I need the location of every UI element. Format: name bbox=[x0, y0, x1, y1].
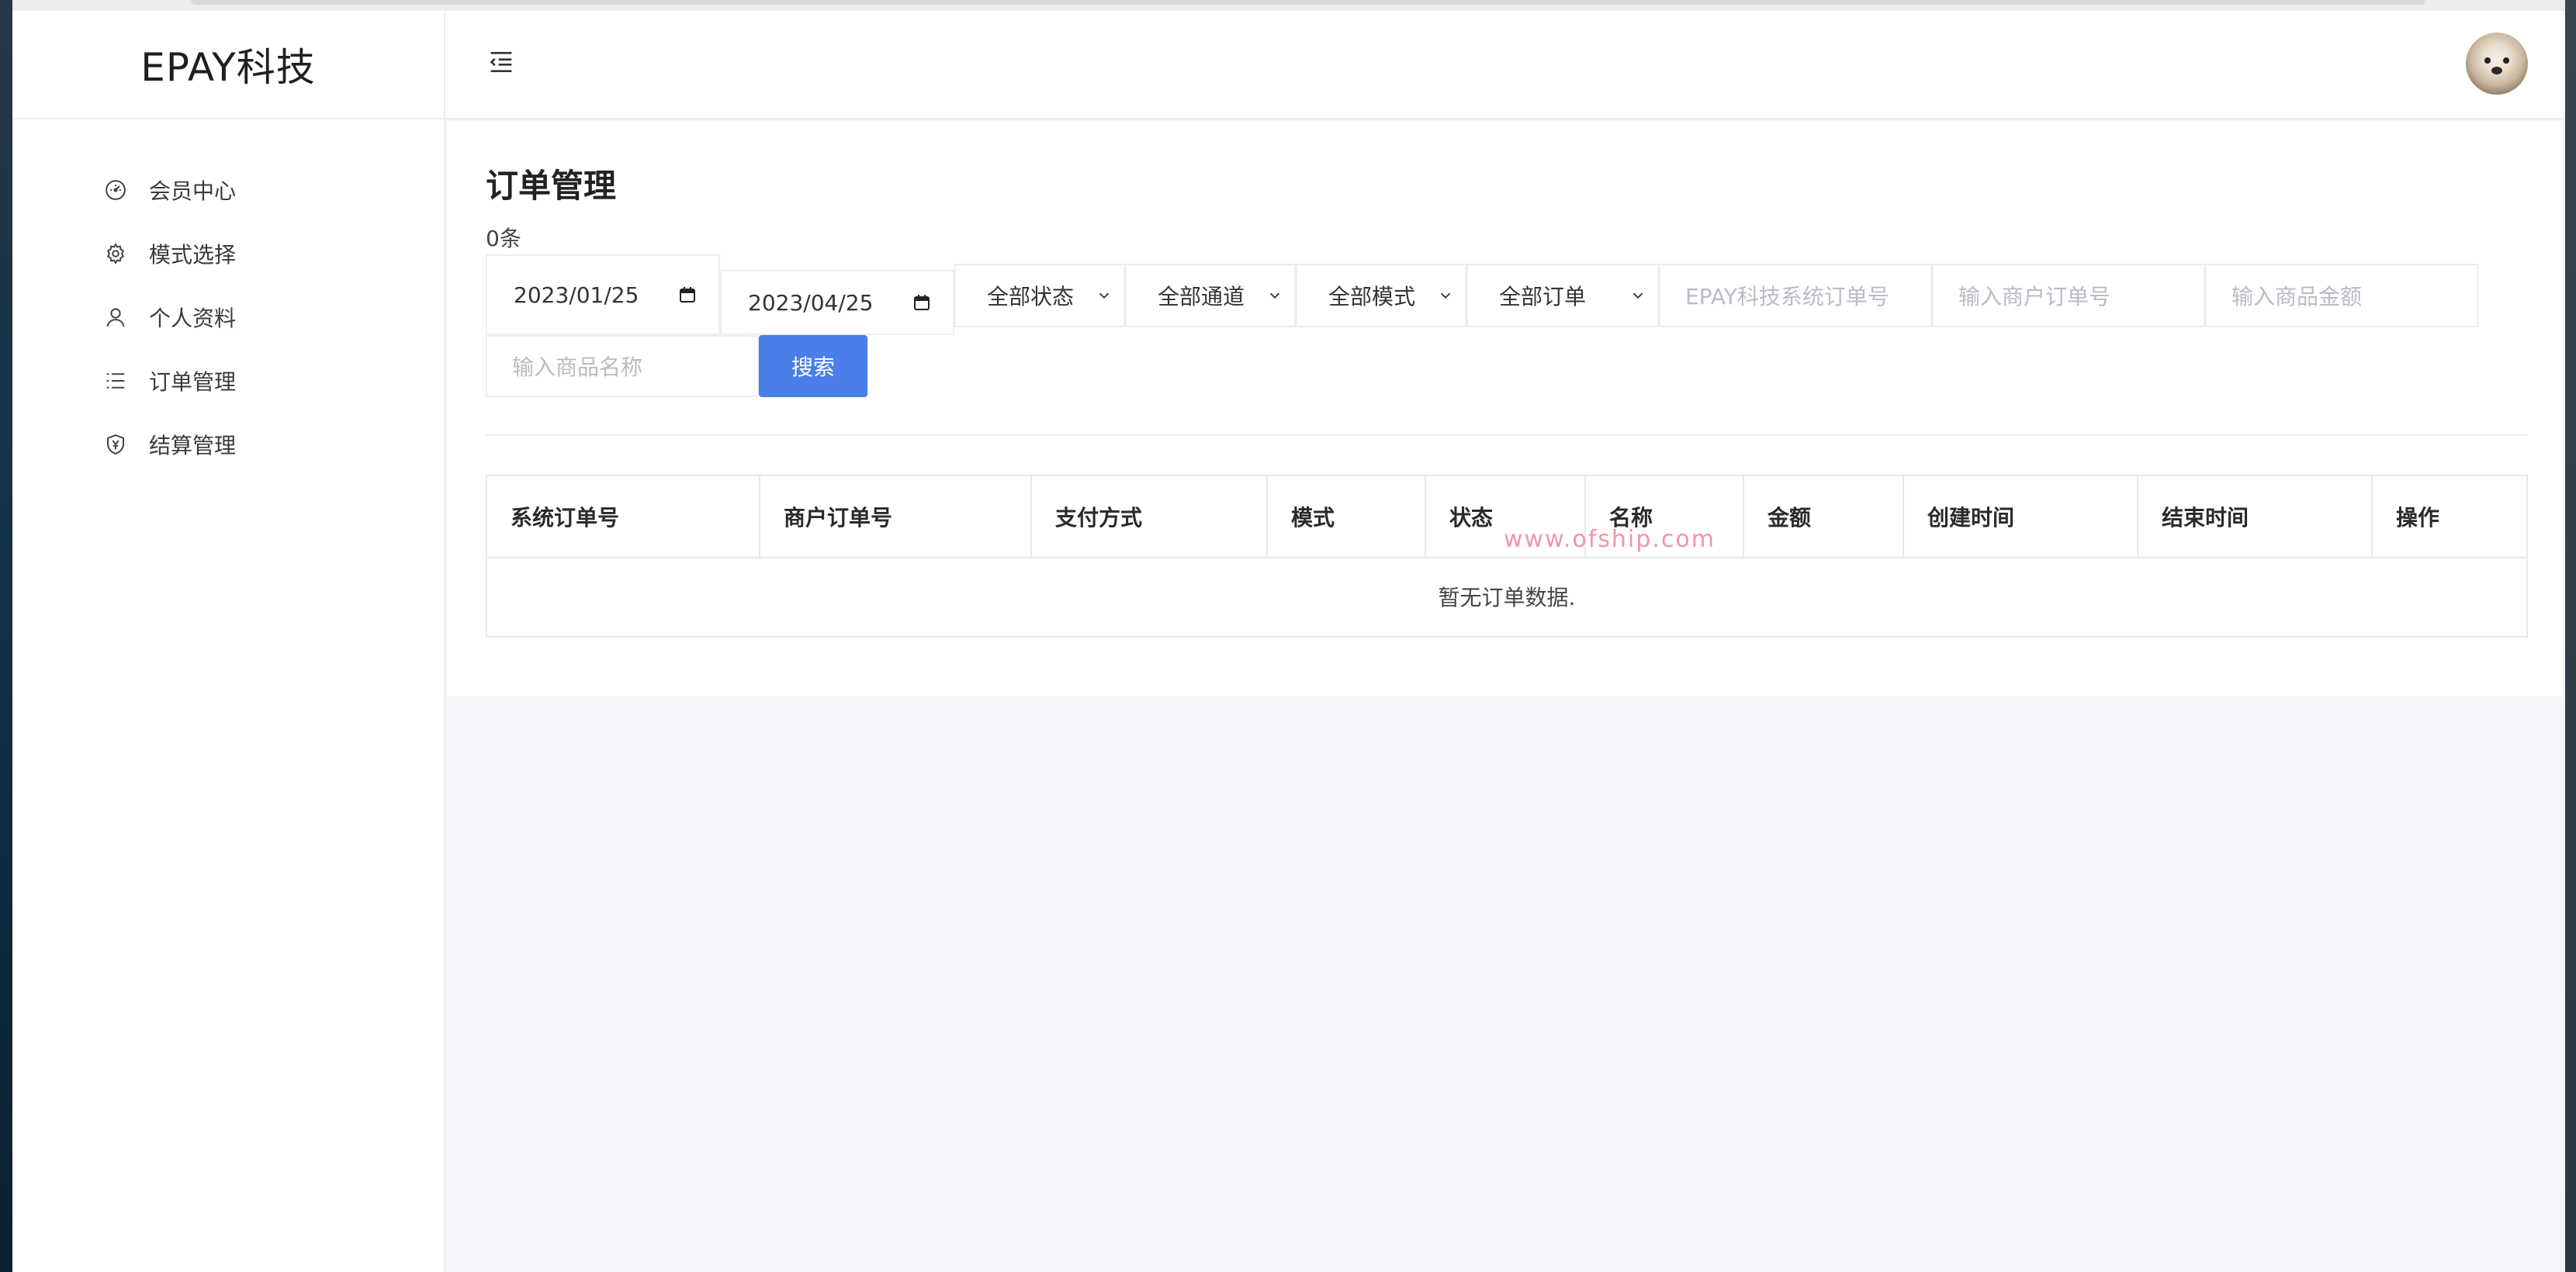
avatar-eye-left bbox=[2484, 57, 2491, 64]
chevron-down-icon bbox=[1269, 292, 1280, 299]
sidebar-item-orders[interactable]: 订单管理 bbox=[12, 349, 444, 413]
sidebar-item-profile[interactable]: 个人资料 bbox=[12, 285, 444, 349]
amount-input[interactable]: 输入商品金额 bbox=[2205, 264, 2478, 327]
channel-select-value: 全部通道 bbox=[1158, 284, 1245, 309]
calendar-icon[interactable] bbox=[678, 285, 697, 304]
orders-table: 系统订单号 商户订单号 支付方式 模式 状态 名称 金额 创建时间 结束时间 操… bbox=[486, 475, 2528, 638]
system-order-input[interactable]: EPAY科技系统订单号 bbox=[1659, 264, 1932, 327]
divider bbox=[486, 434, 2528, 436]
avatar-nose bbox=[2491, 67, 2502, 74]
mode-select[interactable]: 全部模式 bbox=[1296, 264, 1466, 327]
channel-select[interactable]: 全部通道 bbox=[1125, 264, 1296, 327]
product-name-input[interactable]: 输入商品名称 bbox=[486, 335, 759, 397]
menu-fold-icon[interactable] bbox=[486, 47, 517, 78]
page-title: 订单管理 bbox=[486, 167, 617, 205]
record-count: 0条 bbox=[486, 226, 521, 251]
column-header: 支付方式 bbox=[1032, 476, 1268, 557]
sidebar-item-label: 个人资料 bbox=[149, 306, 237, 331]
list-icon bbox=[102, 368, 129, 394]
sidebar: EPAY科技 会员中心 模式选择 个人资料 订单管理 结算管理 bbox=[12, 11, 445, 1272]
order-type-select-value: 全部订单 bbox=[1499, 284, 1587, 309]
sidebar-item-settlement[interactable]: 结算管理 bbox=[12, 413, 444, 476]
order-type-select[interactable]: 全部订单 bbox=[1466, 264, 1659, 327]
sidebar-item-label: 模式选择 bbox=[149, 242, 237, 268]
gear-icon bbox=[102, 240, 129, 267]
browser-window: EPAY科技 会员中心 模式选择 个人资料 订单管理 结算管理 订单管理 0条 … bbox=[12, 0, 2565, 1272]
column-header: 结束时间 bbox=[2138, 476, 2373, 557]
top-header bbox=[445, 11, 2565, 119]
sidebar-item-label: 订单管理 bbox=[149, 369, 237, 395]
column-header: 商户订单号 bbox=[760, 476, 1032, 557]
user-avatar[interactable] bbox=[2466, 33, 2528, 95]
watermark-text: www.ofship.com bbox=[1504, 526, 1716, 553]
column-header: 操作 bbox=[2396, 505, 2440, 531]
start-date-value: 2023/01/25 bbox=[514, 282, 639, 308]
brand-name: EPAY科技 bbox=[140, 45, 316, 90]
calendar-icon[interactable] bbox=[912, 293, 931, 312]
shield-yen-icon bbox=[102, 431, 129, 458]
empty-table-message: 暂无订单数据. bbox=[1438, 585, 1576, 610]
status-select-value: 全部状态 bbox=[987, 284, 1075, 309]
column-header: 创建时间 bbox=[1904, 476, 2138, 557]
status-select[interactable]: 全部状态 bbox=[954, 264, 1125, 327]
start-date-input[interactable]: 2023/01/25 bbox=[486, 254, 720, 335]
brand-logo[interactable]: EPAY科技 bbox=[12, 11, 444, 119]
desktop-background-left bbox=[0, 0, 12, 1272]
search-button[interactable]: 搜索 bbox=[759, 335, 867, 397]
sidebar-nav: 会员中心 模式选择 个人资料 订单管理 结算管理 bbox=[12, 158, 444, 476]
sidebar-item-label: 会员中心 bbox=[149, 178, 237, 204]
window-top-strip bbox=[12, 0, 2565, 11]
column-header: 系统订单号 bbox=[487, 476, 760, 557]
sidebar-item-label: 结算管理 bbox=[149, 433, 237, 458]
sidebar-item-member-center[interactable]: 会员中心 bbox=[12, 158, 444, 222]
chevron-down-icon bbox=[1633, 292, 1643, 299]
mode-select-value: 全部模式 bbox=[1328, 284, 1416, 309]
user-icon bbox=[102, 304, 129, 330]
desktop-background-right bbox=[2565, 0, 2576, 1272]
chevron-down-icon bbox=[1440, 292, 1451, 299]
order-management-card: 订单管理 0条 2023/01/25 2023/04/25 全部状态 全部通道 bbox=[447, 121, 2564, 696]
merchant-order-input[interactable]: 输入商户订单号 bbox=[1932, 264, 2205, 327]
end-date-value: 2023/04/25 bbox=[748, 289, 874, 316]
column-header: 模式 bbox=[1268, 476, 1426, 557]
sidebar-item-mode-select[interactable]: 模式选择 bbox=[12, 222, 444, 285]
avatar-eye-right bbox=[2503, 57, 2509, 64]
dashboard-icon bbox=[102, 177, 129, 203]
column-header: 金额 bbox=[1744, 476, 1904, 557]
window-top-bar bbox=[191, 0, 2425, 5]
chevron-down-icon bbox=[1099, 292, 1110, 299]
end-date-input[interactable]: 2023/04/25 bbox=[720, 270, 954, 335]
